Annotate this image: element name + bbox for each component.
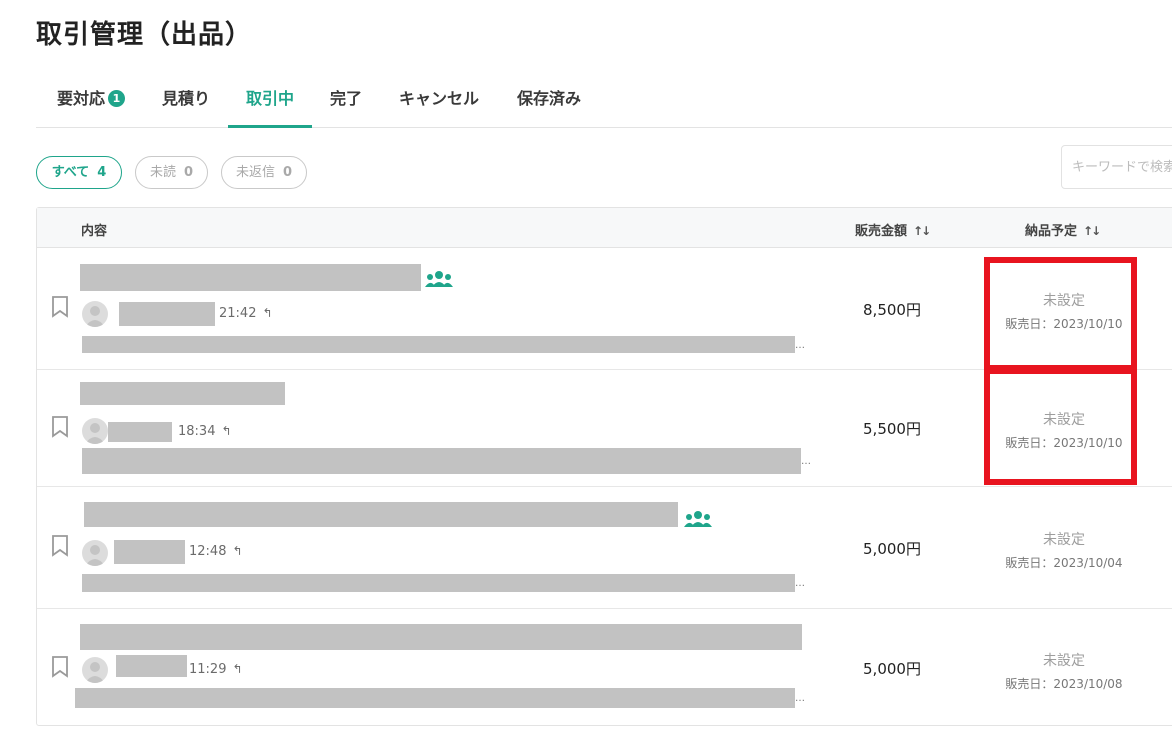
chip-label: 未返信 [235,165,275,180]
redacted-username [116,655,187,677]
tab-in-progress[interactable]: 取引中 [228,70,312,128]
sale-date: 販売日：2023/10/08 [1005,677,1123,691]
delivery-due: 未設定 [1043,653,1085,669]
user-avatar-icon [82,418,108,444]
time-text: 18:34 [178,424,216,439]
reply-icon: ↰ [232,544,243,558]
reply-icon: ↰ [232,662,243,676]
group-icon [684,511,712,527]
table-row[interactable]: 21:42 ↰ … 8,500円 未設定 販売日：2023/10/10 [37,248,1172,370]
chip-label: 未読 [149,165,176,180]
group-icon [425,271,453,287]
delivery-due: 未設定 [1043,412,1085,428]
reply-icon: ↰ [221,424,232,438]
sort-icon: ↑↓ [1083,224,1101,238]
tab-completed[interactable]: 完了 [326,70,366,128]
filter-all-chip[interactable]: すべて 4 [36,156,122,189]
redacted-title [80,264,421,291]
redacted-title [80,624,802,650]
delivery-due: 未設定 [1043,293,1085,309]
tab-estimates[interactable]: 見積り [158,70,214,128]
sale-date: 販売日：2023/10/10 [1005,436,1123,450]
table-header: 内容 販売金額 ↑↓ 納品予定 ↑↓ [37,208,1172,248]
keyword-search-input[interactable] [1061,145,1172,189]
table-row[interactable]: 12:48 ↰ … 5,000円 未設定 販売日：2023/10/04 [37,487,1172,609]
redacted-username [114,540,185,564]
bookmark-icon[interactable] [51,535,69,557]
user-avatar-icon [82,301,108,327]
chip-count: 4 [97,165,107,180]
redacted-message-preview [82,574,795,592]
redacted-message-preview [82,336,795,353]
redacted-username [108,422,172,442]
tab-label: 要対応 [56,89,105,108]
sale-date: 販売日：2023/10/04 [1005,556,1123,570]
tab-saved[interactable]: 保存済み [512,70,586,128]
redacted-title [80,382,285,405]
status-tabs: 要対応 1 見積り 取引中 完了 キャンセル 保存済み [36,70,1172,128]
chip-count: 0 [183,165,194,180]
tab-cancelled[interactable]: キャンセル [394,70,484,128]
column-header-label: 納品予定 [1025,224,1078,239]
truncation-ellipsis: … [795,340,805,351]
redacted-title [84,502,678,527]
time-text: 11:29 [189,662,227,677]
tab-label: 保存済み [516,89,581,108]
time-text: 21:42 [219,306,257,321]
truncation-ellipsis: … [795,693,805,704]
reply-icon: ↰ [262,306,273,320]
filter-unreplied-chip[interactable]: 未返信 0 [221,156,307,189]
tab-label: 見積り [161,89,210,108]
chip-count: 0 [282,165,293,180]
redacted-message-preview [82,448,801,474]
bookmark-icon[interactable] [51,656,69,678]
tab-action-required[interactable]: 要対応 1 [54,70,128,128]
tab-count-badge: 1 [108,90,125,107]
truncation-ellipsis: … [795,578,805,589]
user-avatar-icon [82,540,108,566]
sale-price: 5,000円 [863,660,921,678]
user-avatar-icon [82,657,108,683]
chip-label: すべて [51,165,90,180]
message-time: 12:48 ↰ [189,544,243,559]
sale-price: 5,500円 [863,420,921,438]
column-header-price[interactable]: 販売金額 ↑↓ [855,220,931,239]
message-time: 18:34 ↰ [178,424,232,439]
redacted-message-preview [75,688,795,708]
column-header-due[interactable]: 納品予定 ↑↓ [1025,220,1101,239]
truncation-ellipsis: … [801,456,811,467]
sale-price: 5,000円 [863,540,921,558]
transactions-table: 内容 販売金額 ↑↓ 納品予定 ↑↓ 21:42 ↰ … 8,500円 未設定 販売日… [36,207,1172,726]
filter-unread-chip[interactable]: 未読 0 [135,156,208,189]
tab-label: キャンセル [398,89,479,108]
tab-label: 取引中 [245,89,294,108]
bookmark-icon[interactable] [51,296,69,318]
table-row[interactable]: 11:29 ↰ … 5,000円 未設定 販売日：2023/10/08 [37,609,1172,727]
bookmark-icon[interactable] [51,416,69,438]
delivery-due: 未設定 [1043,532,1085,548]
column-header-label: 販売金額 [855,224,908,239]
sale-date: 販売日：2023/10/10 [1005,317,1123,331]
page-title: 取引管理（出品） [36,20,253,50]
sort-icon: ↑↓ [913,224,931,238]
column-header-content: 内容 [81,224,108,239]
table-row[interactable]: 18:34 ↰ … 5,500円 未設定 販売日：2023/10/10 [37,370,1172,487]
time-text: 12:48 [189,544,227,559]
message-time: 11:29 ↰ [189,662,243,677]
redacted-username [119,302,215,326]
message-time: 21:42 ↰ [219,306,273,321]
tab-label: 完了 [329,89,362,108]
sale-price: 8,500円 [863,301,921,319]
